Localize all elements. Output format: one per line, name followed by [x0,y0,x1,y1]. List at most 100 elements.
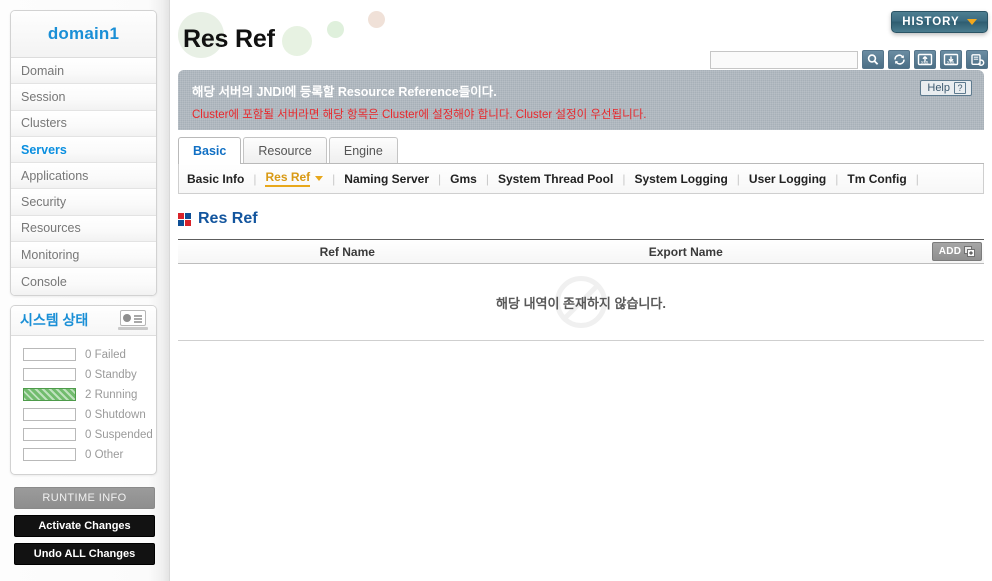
sidebar-item-label: Session [21,89,66,104]
refresh-icon[interactable] [888,50,910,69]
status-label: 0 Failed [85,348,126,361]
status-row-standby: 0 Standby [11,365,156,385]
notice-banner: 해당 서버의 JNDI에 등록할 Resource Reference들이다. … [178,70,984,130]
sidebar-item-label: Console [21,274,67,289]
tab-resource[interactable]: Resource [243,137,327,163]
empty-state-message: 해당 내역이 존재하지 않습니다. [496,295,666,311]
subnav-item-gms[interactable]: Gms [450,172,477,186]
system-status-title: 시스템 상태 [20,312,89,329]
status-bar [23,428,76,442]
subnav-item-label: User Logging [748,171,827,186]
sidebar-item-monitoring[interactable]: Monitoring [11,242,156,269]
sidebar-item-domain[interactable]: Domain [11,58,156,85]
button-label: Activate Changes [38,519,131,532]
xml-download-icon[interactable]: XML [940,50,962,69]
history-button[interactable]: HISTORY [891,11,988,33]
subnav-item-system-logging[interactable]: System Logging [634,172,727,186]
header-toolbar: XML XML [710,50,988,69]
help-button-label: Help [927,82,950,94]
subnav-separator: | [253,171,257,186]
activate-changes-button[interactable]: Activate Changes [14,514,155,537]
tab-engine[interactable]: Engine [328,137,398,163]
history-button-label: HISTORY [902,16,960,28]
svg-text:XML: XML [921,60,930,65]
sidebar-item-label: Clusters [21,116,67,131]
tab-label: Basic [193,144,227,158]
reload-config-icon[interactable] [966,50,988,69]
status-label: 0 Suspended [85,428,153,441]
domain-nav-card: domain1 Domain Session Clusters Servers Appl… [10,10,157,296]
subnav-item-tm-config[interactable]: Tm Config [847,172,906,186]
four-square-icon [178,212,191,226]
undo-all-changes-button[interactable]: Undo ALL Changes [14,542,155,565]
add-button-label: ADD [938,246,962,257]
chevron-down-icon [966,19,977,25]
sidebar-item-security[interactable]: Security [11,189,156,216]
decorative-circle [327,21,344,38]
sidebar-item-label: Resources [21,221,81,236]
sidebar-item-resources[interactable]: Resources [11,215,156,243]
subnav-item-label: Gms [450,171,477,186]
sidebar-item-servers[interactable]: Servers [11,136,156,164]
chevron-down-icon[interactable] [315,176,324,181]
sidebar-nav-list: Domain Session Clusters Servers Applications… [11,58,156,295]
notice-primary-text: 해당 서버의 JNDI에 등록할 Resource Reference들이다. [192,85,497,99]
decorative-circle [368,11,385,28]
status-bar [23,448,76,462]
subnav-item-naming-server[interactable]: Naming Server [344,172,429,186]
subnav-item-user-logging[interactable]: User Logging [749,172,826,186]
sidebar-item-clusters[interactable]: Clusters [11,110,156,137]
tab-basic[interactable]: Basic [178,137,242,164]
status-bar [23,408,76,422]
status-label: 0 Shutdown [85,408,146,421]
tab-label: Engine [343,143,383,158]
status-bar [23,388,76,402]
system-status-card: 시스템 상태 0 Failed 0 Standby 2 Running 0 Shutd… [10,304,157,475]
subnav-item-label: Res Ref [265,170,311,187]
sidebar-item-label: Servers [21,142,67,157]
question-mark-icon: ? [954,82,966,94]
tab-bar: Basic Resource Engine [178,136,984,164]
sidebar: domain1 Domain Session Clusters Servers Appl… [0,0,170,581]
button-label: Undo ALL Changes [33,547,136,560]
sidebar-item-label: Security [21,195,67,210]
sidebar-item-console[interactable]: Console [11,268,156,295]
subnav-item-basic-info[interactable]: Basic Info [187,172,244,186]
subnav-separator: | [438,171,442,186]
runtime-info-button[interactable]: RUNTIME INFO [14,486,155,509]
sub-navigation: Basic Info | Res Ref | Naming Server | Gms | Sys… [178,164,984,194]
sidebar-item-label: Applications [21,168,89,183]
subnav-item-res-ref[interactable]: Res Ref [265,170,324,187]
section-header: Res Ref [178,210,984,228]
status-bar [23,348,76,362]
system-status-header: 시스템 상태 [11,305,156,336]
page-header: Res Ref HISTORY XML XML [170,0,992,70]
status-row-failed: 0 Failed [11,345,156,365]
laptop-chart-icon [118,310,148,331]
subnav-separator: | [915,171,919,186]
sidebar-item-label: Monitoring [21,247,80,262]
status-row-suspended: 0 Suspended [11,425,156,445]
help-button[interactable]: Help ? [920,80,972,96]
add-button[interactable]: ADD [932,242,982,261]
subnav-item-system-thread-pool[interactable]: System Thread Pool [498,172,613,186]
subnav-item-label: Tm Config [847,171,907,186]
subnav-separator: | [835,171,839,186]
domain-title: domain1 [11,11,156,58]
main-content: Res Ref HISTORY XML XML 해당 서버의 JNDI에 등록할… [170,0,992,581]
status-label: 2 Running [85,388,138,401]
column-header-export-name: Export Name [648,244,723,259]
xml-upload-icon[interactable]: XML [914,50,936,69]
sidebar-item-applications[interactable]: Applications [11,163,156,190]
sidebar-item-session[interactable]: Session [11,84,156,111]
decorative-circle [282,26,312,56]
column-header-ref-name: Ref Name [319,244,375,259]
subnav-separator: | [332,171,336,186]
table-header-row: Ref Name Export Name ADD [178,239,984,264]
subnav-item-label: System Thread Pool [497,171,614,186]
search-icon[interactable] [862,50,884,69]
sidebar-item-label: Domain [21,63,65,78]
subnav-separator: | [736,171,740,186]
search-input[interactable] [710,50,858,69]
section-title: Res Ref [198,210,258,227]
